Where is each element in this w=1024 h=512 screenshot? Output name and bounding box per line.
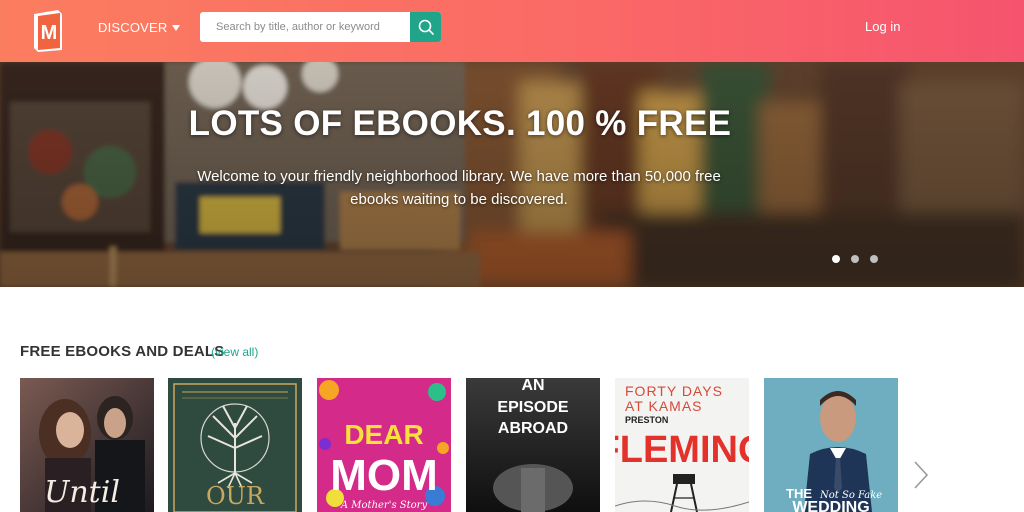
hero-title: LOTS OF EBOOKS. 100 % FREE bbox=[188, 104, 732, 143]
book-card[interactable]: FORTY DAYS AT KAMAS PRESTON FLEMING bbox=[615, 378, 749, 512]
hero-subtitle: Welcome to your friendly neighborhood li… bbox=[197, 168, 721, 208]
book-cover-image: OUR bbox=[168, 378, 302, 512]
book-cover-title-line-2: MOM bbox=[330, 451, 438, 500]
book-card[interactable]: OUR bbox=[168, 378, 302, 512]
book-cover-title-line-1: DEAR bbox=[344, 419, 423, 450]
book-card[interactable]: THE Not So Fake WEDDING bbox=[764, 378, 898, 512]
book-cover-title-line-2: AT KAMAS bbox=[625, 398, 703, 414]
search-icon bbox=[418, 19, 434, 35]
discover-label: DISCOVER bbox=[98, 19, 168, 35]
book-cover-title-line-1: FORTY DAYS bbox=[625, 383, 723, 399]
book-card[interactable]: Until bbox=[20, 378, 154, 512]
book-cover-title: Until bbox=[44, 475, 120, 510]
book-cover-title: OUR bbox=[206, 482, 265, 510]
discover-menu[interactable]: DISCOVER bbox=[98, 18, 180, 36]
hero-banner: LOTS OF EBOOKS. 100 % FREE Welcome to yo… bbox=[0, 62, 1024, 287]
login-link[interactable]: Log in bbox=[865, 19, 900, 34]
section-title: FREE EBOOKS AND DEALS bbox=[20, 343, 225, 360]
logo-letter: M bbox=[41, 22, 58, 44]
search-bar bbox=[200, 12, 441, 42]
book-logo-icon[interactable]: M bbox=[30, 6, 66, 52]
book-cover-image: AN EPISODE ABROAD bbox=[466, 378, 600, 512]
carousel-dot-2[interactable] bbox=[851, 255, 859, 263]
book-cover-image: FORTY DAYS AT KAMAS PRESTON FLEMING bbox=[615, 378, 749, 512]
book-cover-title-line-3: ABROAD bbox=[498, 420, 568, 437]
book-cover-image: THE Not So Fake WEDDING bbox=[764, 378, 898, 512]
chevron-down-icon bbox=[171, 25, 180, 31]
top-navbar: M DISCOVER Log in bbox=[0, 0, 1024, 62]
book-cover-image: Until bbox=[20, 378, 154, 512]
carousel-dot-3[interactable] bbox=[870, 255, 878, 263]
view-all-link[interactable]: (view all) bbox=[211, 345, 258, 359]
book-cover-author-last: FLEMING bbox=[615, 429, 749, 471]
book-card[interactable]: AN EPISODE ABROAD bbox=[466, 378, 600, 512]
book-card[interactable]: DEAR MOM A Mother's Story bbox=[317, 378, 451, 512]
book-cover-title-line-3: WEDDING bbox=[792, 499, 869, 512]
carousel-dots bbox=[832, 255, 878, 263]
book-cover-author-first: PRESTON bbox=[625, 415, 668, 425]
search-button[interactable] bbox=[410, 12, 441, 42]
chevron-right-icon[interactable] bbox=[911, 459, 931, 491]
book-cover-image: DEAR MOM A Mother's Story bbox=[317, 378, 451, 512]
book-cover-title-line-1: AN bbox=[521, 378, 544, 394]
carousel-dot-1[interactable] bbox=[832, 255, 840, 263]
book-cover-subtitle: A Mother's Story bbox=[340, 500, 428, 511]
book-cover-title-line-2: EPISODE bbox=[497, 399, 568, 416]
search-input[interactable] bbox=[200, 12, 410, 42]
